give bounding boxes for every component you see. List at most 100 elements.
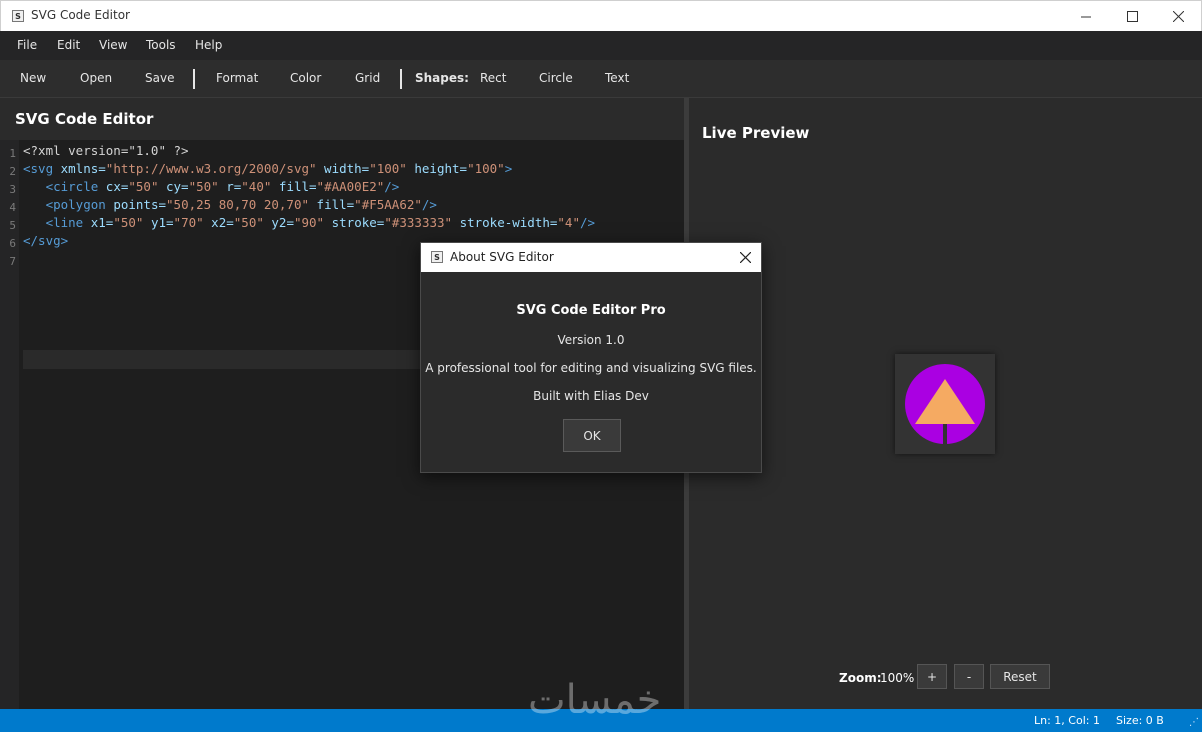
- dialog-version: Version 1.0: [557, 333, 625, 347]
- code-token: height=: [406, 161, 468, 176]
- code-token: "70": [173, 215, 204, 230]
- code-token: "#333333": [384, 215, 453, 230]
- save-button[interactable]: Save: [145, 71, 174, 85]
- code-token: "4": [557, 215, 580, 230]
- code-token: x1=: [83, 215, 114, 230]
- file-size: Size: 0 B: [1116, 714, 1164, 727]
- code-token: <?xml version="1.0" ?>: [23, 143, 189, 158]
- code-line[interactable]: <svg xmlns="http://www.w3.org/2000/svg" …: [23, 160, 512, 178]
- code-token: />: [421, 197, 437, 212]
- code-token: "#F5AA62": [354, 197, 422, 212]
- toolbar-separator: [193, 69, 195, 89]
- code-token: "40": [241, 179, 272, 194]
- close-icon: [1172, 10, 1184, 22]
- preview-canvas: [895, 354, 995, 454]
- svg-app-icon: S: [12, 10, 24, 22]
- minimize-icon: [1080, 16, 1091, 17]
- minimize-button[interactable]: [1063, 1, 1109, 31]
- code-token: "90": [293, 215, 325, 230]
- line-number: 1: [9, 147, 16, 160]
- reset-zoom-button[interactable]: Reset: [990, 664, 1050, 689]
- toolbar-separator: [400, 69, 402, 89]
- code-token: fill=: [309, 197, 355, 212]
- code-token: r=: [218, 179, 242, 194]
- shapes-label: Shapes:: [415, 71, 469, 85]
- code-token: />: [384, 179, 400, 194]
- code-token: </svg>: [23, 233, 69, 248]
- dialog-heading: SVG Code Editor Pro: [516, 303, 666, 318]
- dialog-titlebar: S About SVG Editor: [421, 243, 761, 272]
- line-number: 2: [9, 165, 16, 178]
- code-line[interactable]: <polygon points="50,25 80,70 20,70" fill…: [23, 196, 437, 214]
- grid-button[interactable]: Grid: [355, 71, 380, 85]
- circle-button[interactable]: Circle: [539, 71, 573, 85]
- code-token: "100": [467, 161, 505, 176]
- resize-grip-icon[interactable]: ⋰: [1189, 717, 1199, 728]
- cursor-position: Ln: 1, Col: 1: [1034, 714, 1100, 727]
- new-button[interactable]: New: [20, 71, 46, 85]
- code-token: stroke-width=: [452, 215, 558, 230]
- code-token: "50": [128, 179, 159, 194]
- maximize-button[interactable]: [1109, 1, 1155, 31]
- code-token: width=: [316, 161, 370, 176]
- svg-app-icon: S: [431, 251, 443, 263]
- dialog-credit: Built with Elias Dev: [533, 389, 649, 403]
- code-token: "50,25 80,70 20,70": [166, 197, 310, 212]
- line-number: 5: [9, 219, 16, 232]
- code-line[interactable]: <line x1="50" y1="70" x2="50" y2="90" st…: [23, 214, 595, 232]
- code-token: <line: [45, 215, 84, 230]
- about-dialog: S About SVG Editor SVG Code Editor Pro V…: [420, 242, 762, 473]
- rect-button[interactable]: Rect: [480, 71, 506, 85]
- line-number-gutter: 1 2 3 4 5 6 7: [0, 140, 19, 709]
- preview-title: Live Preview: [702, 124, 810, 142]
- code-token: <circle: [45, 179, 99, 194]
- editor-header: SVG Code Editor: [0, 98, 684, 140]
- menu-view[interactable]: View: [99, 38, 127, 52]
- line-number: 4: [9, 201, 16, 214]
- dialog-title: About SVG Editor: [450, 250, 554, 264]
- code-token: "50": [188, 179, 219, 194]
- zoom-value: 100%: [880, 671, 915, 685]
- code-token: "50": [233, 215, 264, 230]
- code-token: <svg: [23, 161, 54, 176]
- dialog-description: A professional tool for editing and visu…: [425, 361, 757, 375]
- open-button[interactable]: Open: [80, 71, 112, 85]
- close-button[interactable]: [1155, 1, 1201, 31]
- code-line[interactable]: <?xml version="1.0" ?>: [23, 142, 189, 160]
- close-icon: [739, 251, 751, 263]
- line-number: 7: [9, 255, 16, 268]
- code-token: >: [504, 161, 513, 176]
- code-token: points=: [105, 197, 167, 212]
- code-line[interactable]: <circle cx="50" cy="50" r="40" fill="#AA…: [23, 178, 400, 196]
- menu-file[interactable]: File: [17, 38, 37, 52]
- text-button[interactable]: Text: [605, 71, 629, 85]
- zoom-in-button[interactable]: +: [917, 664, 947, 689]
- window-title: SVG Code Editor: [31, 8, 130, 22]
- code-token: cy=: [158, 179, 189, 194]
- code-token: "50": [113, 215, 144, 230]
- toolbar: New Open Save Format Color Grid Shapes: …: [0, 60, 1202, 98]
- code-token: stroke=: [324, 215, 385, 230]
- code-token: cx=: [98, 179, 129, 194]
- code-token: <polygon: [45, 197, 106, 212]
- zoom-label: Zoom:: [839, 671, 882, 685]
- dialog-close-button[interactable]: [733, 246, 757, 268]
- line-number: 3: [9, 183, 16, 196]
- maximize-icon: [1126, 10, 1138, 22]
- menu-help[interactable]: Help: [195, 38, 222, 52]
- window-titlebar: S SVG Code Editor: [0, 0, 1202, 31]
- code-line[interactable]: </svg>: [23, 232, 68, 250]
- menu-bar: File Edit View Tools Help: [0, 31, 1202, 60]
- menu-tools[interactable]: Tools: [146, 38, 176, 52]
- format-button[interactable]: Format: [216, 71, 258, 85]
- editor-title: SVG Code Editor: [15, 110, 154, 128]
- menu-edit[interactable]: Edit: [57, 38, 80, 52]
- ok-button[interactable]: OK: [563, 419, 621, 452]
- line-number: 6: [9, 237, 16, 250]
- zoom-out-button[interactable]: -: [954, 664, 984, 689]
- code-token: xmlns=: [53, 161, 106, 176]
- preview-pane: Live Preview Zoom: 100% + - Reset: [689, 98, 1202, 709]
- color-button[interactable]: Color: [290, 71, 321, 85]
